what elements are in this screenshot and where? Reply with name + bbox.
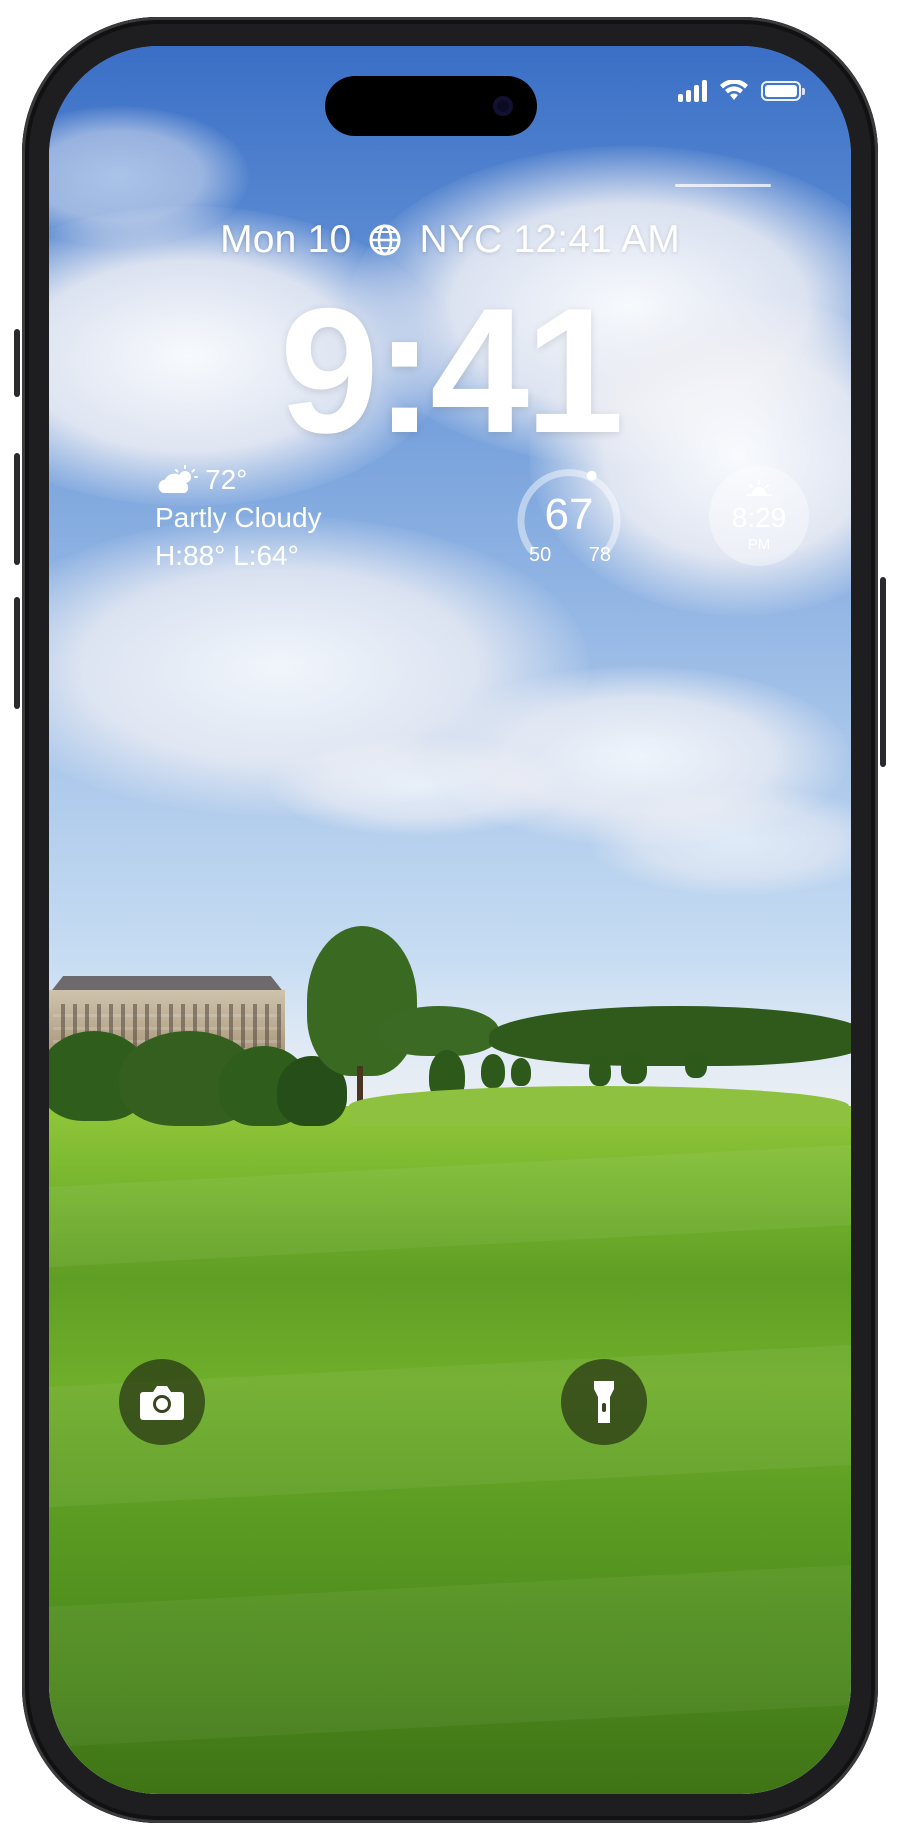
volume-down-button <box>14 597 20 709</box>
tree <box>481 1054 505 1088</box>
weather-condition: Partly Cloudy <box>155 502 322 533</box>
tree <box>307 926 417 1076</box>
front-camera-icon <box>493 96 513 116</box>
weather-temperature: 72° <box>205 464 248 495</box>
sunset-meridiem: PM <box>747 536 771 553</box>
sunset-icon <box>746 480 772 496</box>
date-line[interactable]: Mon 10 NYC 12:41 AM <box>49 218 851 262</box>
weather-temp-row: 72° <box>155 464 322 496</box>
fairway-mound <box>349 1086 849 1126</box>
lock-screen-clock[interactable]: 9:41 <box>49 268 851 473</box>
world-clock-time: 12:41 AM <box>513 218 680 261</box>
tree <box>379 1006 499 1056</box>
grass-stripe <box>49 1563 851 1749</box>
lock-screen: Mon 10 NYC 12:41 AM 9:41 72° Partly Clou… <box>49 46 851 1794</box>
dynamic-island <box>325 76 537 136</box>
weather-widget[interactable]: 72° Partly Cloudy H:88° L:64° <box>155 464 322 572</box>
sunset-widget[interactable]: 8:29 PM <box>709 466 809 566</box>
flashlight-button[interactable] <box>561 1359 647 1445</box>
grass-stripe <box>49 1142 851 1270</box>
tree <box>589 1056 611 1086</box>
side-button <box>880 577 886 767</box>
tree <box>489 1006 851 1066</box>
tree <box>511 1058 531 1086</box>
world-clock-city: NYC <box>419 218 503 261</box>
status-bar <box>678 80 805 102</box>
partly-cloudy-icon <box>158 465 198 493</box>
weather-high-low: H:88° L:64° <box>155 540 299 571</box>
temperature-gauge-widget[interactable]: 67 50 78 <box>509 464 629 574</box>
battery-icon <box>761 81 805 101</box>
gauge-min-temp: 50 <box>529 544 552 566</box>
tree <box>621 1052 647 1084</box>
volume-up-button <box>14 453 20 565</box>
gauge-max-temp: 78 <box>588 544 611 566</box>
wifi-icon <box>720 80 748 100</box>
wallpaper-grass <box>49 1106 851 1794</box>
camera-icon <box>140 1386 184 1420</box>
cloud <box>269 736 569 836</box>
globe-icon <box>369 224 401 256</box>
date-text: Mon 10 <box>220 218 352 261</box>
notification-indicator <box>675 184 771 187</box>
cellular-signal-icon <box>678 80 707 102</box>
tree <box>685 1050 707 1078</box>
gauge-indicator-dot <box>586 470 597 481</box>
sunset-time: 8:29 <box>731 502 787 533</box>
flashlight-icon <box>594 1381 614 1423</box>
camera-button[interactable] <box>119 1359 205 1445</box>
action-button-hardware <box>14 329 20 397</box>
gauge-current-temp: 67 <box>544 490 594 539</box>
